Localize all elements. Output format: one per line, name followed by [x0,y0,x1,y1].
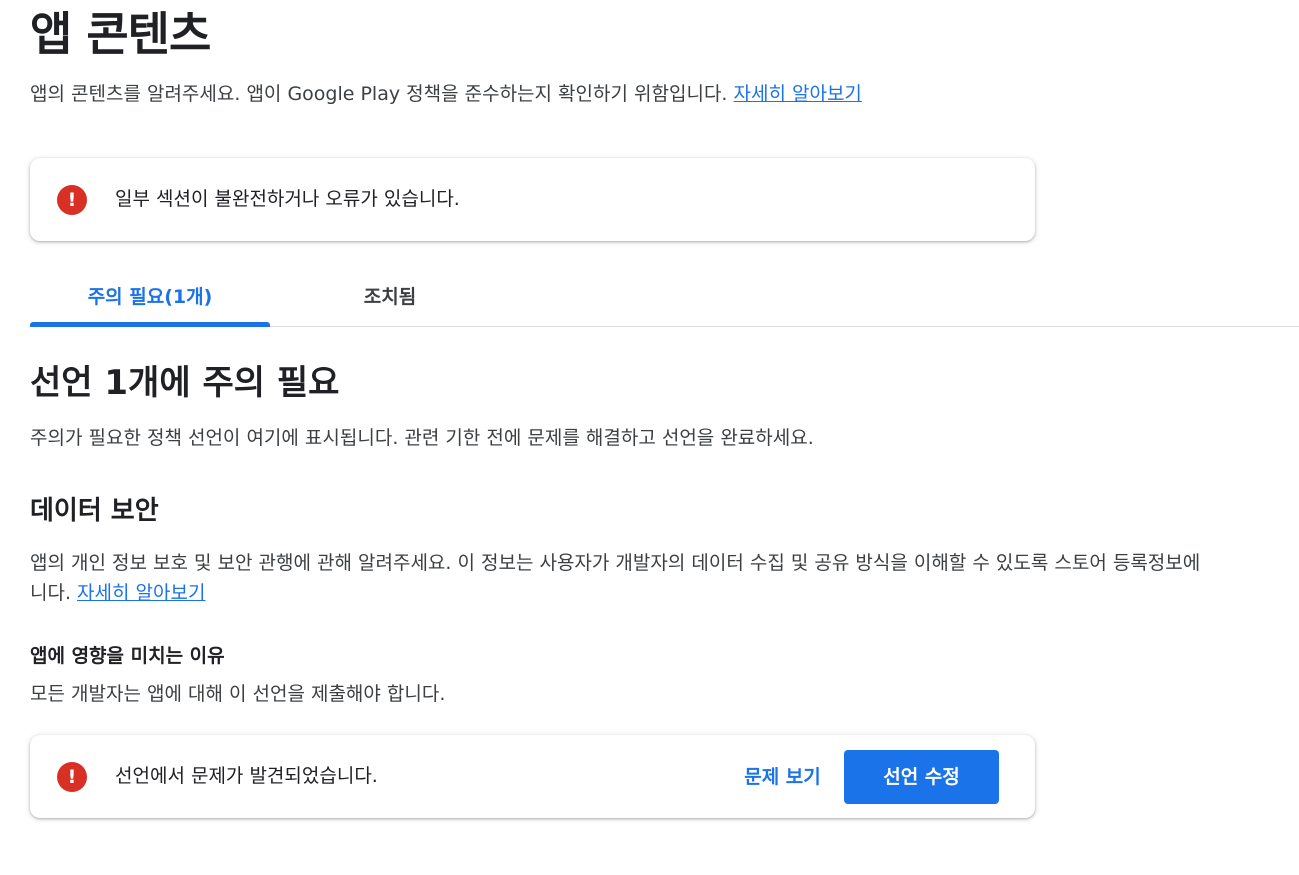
app-content-page: 앱 콘텐츠 앱의 콘텐츠를 알려주세요. 앱이 Google Play 정책을 … [0,0,1299,875]
declaration-issue-card: ! 선언에서 문제가 발견되었습니다. 문제 보기 선언 수정 [30,735,1035,818]
view-issues-button[interactable]: 문제 보기 [720,750,845,804]
data-safety-title: 데이터 보안 [30,496,159,526]
reason-description: 모든 개발자는 앱에 대해 이 선언을 제출해야 합니다. [30,683,446,705]
learn-more-link[interactable]: 자세히 알아보기 [734,83,862,105]
data-safety-description: 앱의 개인 정보 보호 및 보안 관행에 관해 알려주세요. 이 정보는 사용자… [30,548,1299,608]
active-tab-indicator [30,322,270,327]
data-safety-description-line1: 앱의 개인 정보 보호 및 보안 관행에 관해 알려주세요. 이 정보는 사용자… [30,552,1201,574]
data-safety-description-line2-wrapper: 니다. 자세히 알아보기 [30,578,1299,608]
page-title: 앱 콘텐츠 [30,7,211,61]
reason-title: 앱에 영향을 미치는 이유 [30,645,225,667]
tab-needs-attention-label: 주의 필요(1개) [87,286,213,308]
declaration-issue-message: 선언에서 문제가 발견되었습니다. [115,765,378,787]
edit-declaration-button[interactable]: 선언 수정 [844,750,999,804]
tab-needs-attention[interactable]: 주의 필요(1개) [30,270,270,327]
section-title: 선언 1개에 주의 필요 [30,363,340,403]
error-icon: ! [57,762,87,792]
page-description: 앱의 콘텐츠를 알려주세요. 앱이 Google Play 정책을 준수하는지 … [30,80,862,108]
tab-bar: 주의 필요(1개) 조치됨 [30,270,1299,327]
section-description: 주의가 필요한 정책 선언이 여기에 표시됩니다. 관련 기한 전에 문제를 해… [30,427,814,449]
page-description-text: 앱의 콘텐츠를 알려주세요. 앱이 Google Play 정책을 준수하는지 … [30,83,728,105]
data-safety-learn-more-link[interactable]: 자세히 알아보기 [77,582,205,604]
tab-actioned[interactable]: 조치됨 [270,270,510,326]
error-icon: ! [57,185,87,215]
error-banner: ! 일부 섹션이 불완전하거나 오류가 있습니다. [30,158,1035,241]
data-safety-description-line2: 니다. [30,582,71,604]
error-banner-message: 일부 섹션이 불완전하거나 오류가 있습니다. [115,188,460,210]
tab-actioned-label: 조치됨 [363,286,417,308]
